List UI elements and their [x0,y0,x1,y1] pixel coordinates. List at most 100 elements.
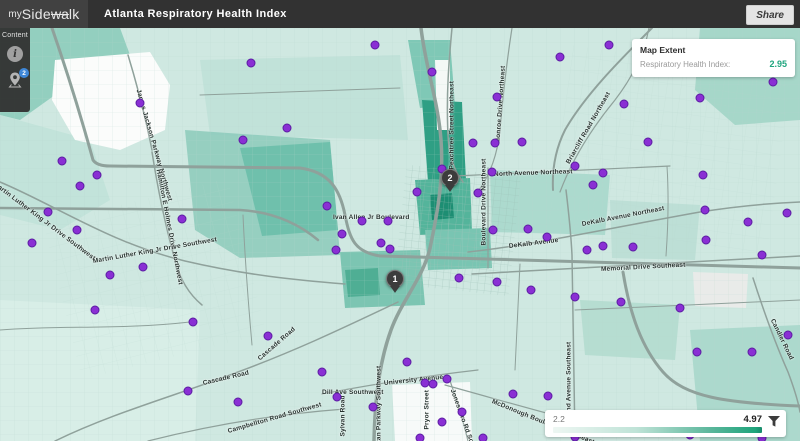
data-point[interactable] [386,245,395,254]
data-point[interactable] [509,390,518,399]
data-point[interactable] [455,274,464,283]
data-point[interactable] [93,171,102,180]
data-point[interactable] [644,138,653,147]
data-point[interactable] [318,368,327,377]
data-point[interactable] [428,68,437,77]
page-title: Atlanta Respiratory Health Index [104,8,287,20]
data-point[interactable] [696,94,705,103]
data-point[interactable] [333,393,342,402]
data-point[interactable] [599,169,608,178]
slider-max-value: 4.97 [744,414,763,425]
data-point[interactable] [556,53,565,62]
data-point[interactable] [443,375,452,384]
data-point[interactable] [234,398,243,407]
filter-funnel-button[interactable] [762,414,780,433]
data-point[interactable] [139,263,148,272]
data-point[interactable] [493,278,502,287]
header-bar: mySidewalk Atlanta Respiratory Health In… [0,0,800,28]
street-label: Peachtree Street Northeast [449,81,456,170]
data-point[interactable] [702,236,711,245]
data-point[interactable] [338,230,347,239]
data-point[interactable] [629,243,638,252]
data-point[interactable] [589,181,598,190]
app-window: James Jackson Parkway NorthwestHamilton … [0,0,800,441]
data-point[interactable] [583,246,592,255]
data-point[interactable] [332,246,341,255]
data-point[interactable] [474,189,483,198]
range-slider-track[interactable] [553,427,762,433]
data-point[interactable] [744,218,753,227]
data-point[interactable] [784,331,793,340]
data-point[interactable] [524,225,533,234]
data-point[interactable] [76,182,85,191]
data-point[interactable] [783,209,792,218]
data-point[interactable] [73,226,82,235]
data-point[interactable] [358,217,367,226]
map-marker-2[interactable]: 2 [441,169,459,187]
data-point[interactable] [369,403,378,412]
map-marker-1[interactable]: 1 [386,270,404,288]
data-point[interactable] [283,124,292,133]
data-point[interactable] [518,138,527,147]
metric-value: 2.95 [769,59,787,69]
data-point[interactable] [91,306,100,315]
data-point[interactable] [620,100,629,109]
data-point[interactable] [699,171,708,180]
data-point[interactable] [371,41,380,50]
content-sidebar: Content i 2 [0,28,30,112]
data-point[interactable] [458,408,467,417]
data-point[interactable] [769,78,778,87]
slider-min-value: 2.2 [553,414,565,424]
data-point[interactable] [571,293,580,302]
logo-side: Side [22,6,51,22]
data-point[interactable] [599,242,608,251]
data-point[interactable] [693,348,702,357]
layers-pin-button[interactable]: 2 [7,71,23,93]
data-point[interactable] [488,168,497,177]
data-point[interactable] [491,139,500,148]
data-point[interactable] [429,380,438,389]
logo-lk: lk [69,6,80,22]
data-point[interactable] [605,41,614,50]
logo-wa: wa [51,6,69,22]
data-point[interactable] [136,99,145,108]
mysidewalk-logo[interactable]: mySidewalk [0,0,88,28]
info-icon[interactable]: i [7,46,23,62]
filter-slider-panel: 2.2 4.97 [545,410,786,437]
data-point[interactable] [493,93,502,102]
data-point[interactable] [178,215,187,224]
data-point[interactable] [413,188,422,197]
data-point[interactable] [571,162,580,171]
data-point[interactable] [527,286,536,295]
data-point[interactable] [239,136,248,145]
data-point[interactable] [544,392,553,401]
map-extent-panel: Map Extent Respiratory Health Index: 2.9… [632,39,795,77]
data-point[interactable] [44,208,53,217]
street-label: Pryor Street [424,390,431,430]
logo-my: my [8,9,21,20]
data-point[interactable] [416,434,425,441]
data-point[interactable] [323,202,332,211]
data-point[interactable] [106,271,115,280]
data-point[interactable] [28,239,37,248]
data-point[interactable] [184,387,193,396]
data-point[interactable] [247,59,256,68]
data-point[interactable] [758,251,767,260]
data-point[interactable] [384,217,393,226]
data-point[interactable] [377,239,386,248]
data-point[interactable] [489,226,498,235]
data-point[interactable] [676,304,685,313]
data-point[interactable] [58,157,67,166]
data-point[interactable] [543,233,552,242]
data-point[interactable] [189,318,198,327]
data-point[interactable] [748,348,757,357]
street-label: Ivan Allen Jr Boulevard [333,214,410,221]
data-point[interactable] [617,298,626,307]
data-point[interactable] [701,206,710,215]
data-point[interactable] [438,418,447,427]
data-point[interactable] [403,358,412,367]
data-point[interactable] [479,434,488,441]
share-button[interactable]: Share [746,5,794,25]
data-point[interactable] [264,332,273,341]
data-point[interactable] [469,139,478,148]
